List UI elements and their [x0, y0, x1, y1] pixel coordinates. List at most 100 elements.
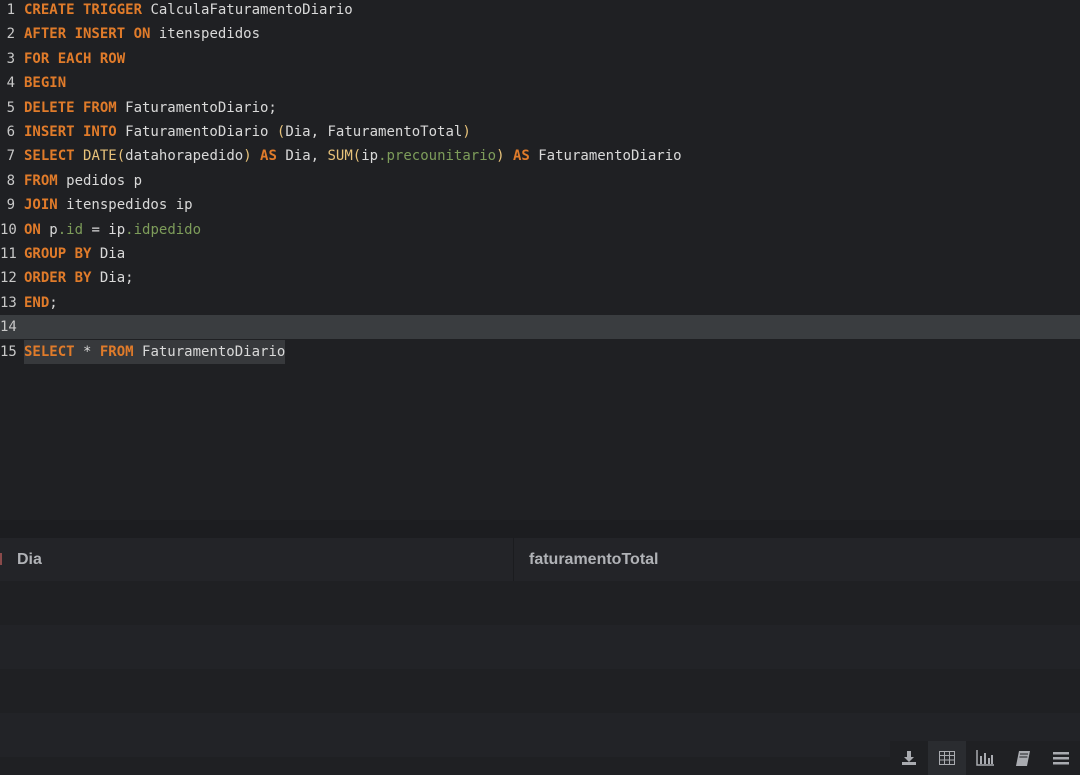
results-separator [0, 520, 1080, 538]
code-token: * [74, 343, 100, 360]
line-number: 1 [6, 2, 15, 18]
code-token: SUM( [327, 148, 362, 165]
column-header-faturamento-total[interactable]: faturamentoTotal [529, 538, 658, 581]
code-line[interactable]: 1 CREATE TRIGGER CalculaFaturamentoDiario [0, 0, 1080, 22]
code-token: AS [504, 148, 530, 165]
column-marker [0, 553, 2, 565]
table-row[interactable] [0, 581, 1080, 625]
code-token: ON [24, 221, 41, 238]
code-token: SELECT [24, 148, 84, 165]
code-token: END [24, 294, 50, 311]
code-token: .idpedido [125, 221, 202, 238]
code-token: JOIN [24, 197, 58, 214]
download-icon [901, 750, 917, 766]
code-line[interactable]: 7 SELECT DATE(datahorapedido) AS Dia, SUM… [0, 144, 1080, 168]
code-token: BEGIN [24, 75, 67, 92]
bar-chart-icon [976, 750, 994, 766]
line-code: ORDER BY Dia; [24, 266, 134, 290]
line-number: 7 [6, 148, 15, 165]
line-code: FROM pedidos p [24, 169, 142, 193]
column-divider[interactable] [513, 538, 514, 581]
line-number: 13 [0, 294, 17, 311]
line-code: SELECT * FROM FaturamentoDiario [24, 339, 286, 364]
line-number: 10 [0, 221, 17, 238]
code-token: itenspedidos [150, 26, 261, 43]
code-token: itenspedidos ip [57, 197, 193, 214]
line-number: 2 [6, 26, 15, 43]
code-token: FaturamentoDiario [529, 148, 682, 165]
code-token: ) [462, 124, 471, 140]
code-line[interactable]: 12 ORDER BY Dia; [0, 266, 1080, 290]
code-token: Dia, [276, 148, 328, 165]
code-token: DATE( [83, 148, 126, 165]
code-line[interactable]: 8 FROM pedidos p [0, 169, 1080, 193]
column-header-dia[interactable]: Dia [17, 538, 42, 581]
code-token: FOR EACH ROW [24, 50, 126, 67]
code-token: ; [49, 294, 58, 311]
code-line[interactable]: 10 ON p.id = ip.idpedido [0, 218, 1080, 242]
line-code: DELETE FROM FaturamentoDiario; [24, 96, 277, 120]
line-code: INSERT INTO FaturamentoDiario (Dia, Fatu… [24, 120, 471, 144]
notebook-icon [1015, 750, 1031, 766]
line-code: ON p.id = ip.idpedido [24, 218, 201, 242]
line-number: 5 [6, 99, 15, 116]
code-token: ORDER BY [24, 270, 92, 287]
code-token: CalculaFaturamentoDiario [142, 2, 353, 18]
chart-view-button[interactable] [966, 741, 1004, 775]
line-code: GROUP BY Dia [24, 242, 125, 266]
line-number: 15 [0, 343, 17, 360]
table-row[interactable] [0, 625, 1080, 669]
code-line[interactable]: 6 INSERT INTO FaturamentoDiario (Dia, Fat… [0, 120, 1080, 144]
table-icon [939, 751, 955, 765]
line-code: CREATE TRIGGER CalculaFaturamentoDiario [24, 0, 353, 22]
code-token: FaturamentoDiario [133, 343, 286, 360]
code-line[interactable]: 13 END; [0, 291, 1080, 315]
code-token: FROM [99, 343, 134, 360]
menu-icon [1053, 751, 1069, 765]
code-token: FaturamentoDiario; [116, 99, 277, 116]
line-number: 8 [6, 172, 15, 189]
code-line[interactable]: 4 BEGIN [0, 71, 1080, 95]
notebook-button[interactable] [1004, 741, 1042, 775]
code-token: ) [243, 148, 252, 165]
code-token: ) [496, 148, 505, 165]
code-token: p [40, 221, 58, 238]
menu-button[interactable] [1042, 741, 1080, 775]
code-line[interactable]: 5 DELETE FROM FaturamentoDiario; [0, 96, 1080, 120]
sql-editor[interactable]: 1 CREATE TRIGGER CalculaFaturamentoDiario… [0, 0, 1080, 520]
results-header: Dia faturamentoTotal [0, 538, 1080, 581]
code-token: .id [57, 221, 84, 238]
download-button[interactable] [890, 741, 928, 775]
line-code: JOIN itenspedidos ip [24, 193, 193, 217]
table-view-button[interactable] [928, 741, 966, 775]
line-code: SELECT DATE(datahorapedido) AS Dia, SUM(… [24, 144, 682, 168]
line-code: END; [24, 291, 58, 315]
code-line[interactable]: 2 AFTER INSERT ON itenspedidos [0, 22, 1080, 46]
code-token: Dia [91, 246, 126, 262]
code-token: ip [361, 148, 379, 165]
code-line[interactable]: 9 JOIN itenspedidos ip [0, 193, 1080, 217]
code-token: INSERT INTO [24, 124, 117, 140]
code-line[interactable]: 11 GROUP BY Dia [0, 242, 1080, 266]
code-token: Dia; [91, 270, 134, 287]
code-token: AFTER INSERT ON [24, 26, 151, 43]
line-number: 11 [0, 246, 17, 262]
line-code: BEGIN [24, 71, 66, 95]
results-toolbar [890, 741, 1080, 775]
code-token: CREATE TRIGGER [24, 2, 143, 18]
code-line[interactable]: 3 FOR EACH ROW [0, 47, 1080, 71]
line-code: AFTER INSERT ON itenspedidos [24, 22, 260, 46]
code-line[interactable]: 14 [0, 315, 1080, 340]
code-token: GROUP BY [24, 246, 92, 262]
code-token: = ip [83, 221, 126, 238]
line-number: 14 [0, 319, 17, 336]
line-number: 9 [6, 197, 15, 214]
code-token: Dia, FaturamentoTotal [285, 124, 463, 140]
code-token: datahorapedido [125, 148, 244, 165]
table-row[interactable] [0, 669, 1080, 713]
line-number: 4 [6, 75, 15, 92]
code-line[interactable]: 15 SELECT * FROM FaturamentoDiario [0, 339, 1080, 364]
line-number: 12 [0, 270, 17, 287]
code-token: .precounitario [378, 148, 497, 165]
line-number: 6 [6, 124, 15, 140]
